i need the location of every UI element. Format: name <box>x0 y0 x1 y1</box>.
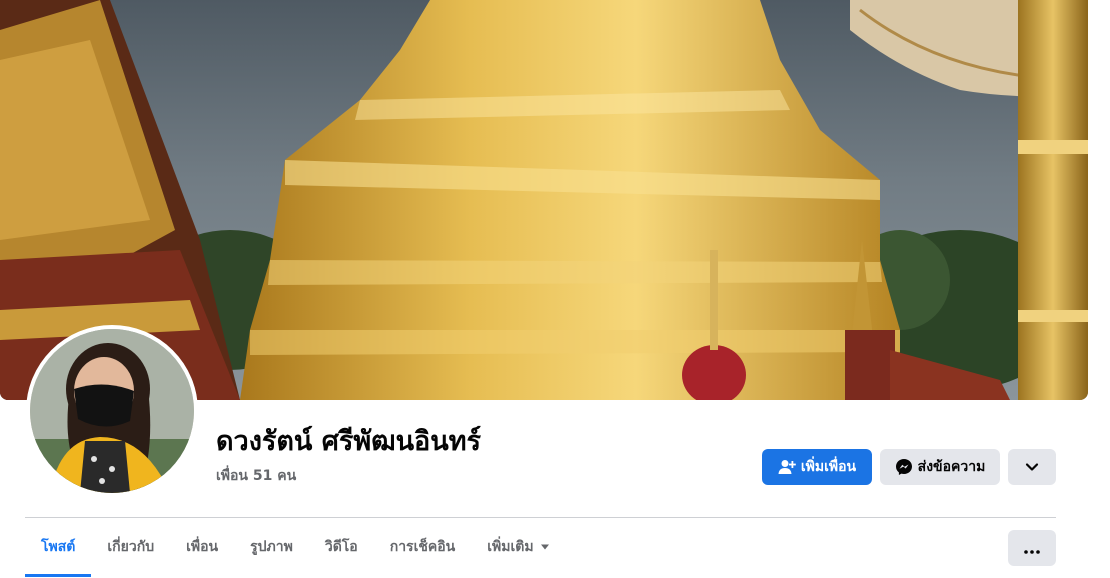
tab-posts-label: โพสต์ <box>41 539 76 555</box>
message-button[interactable]: ส่งข้อความ <box>880 449 1000 485</box>
tab-photos[interactable]: รูปภาพ <box>234 518 309 576</box>
messenger-icon <box>895 458 913 476</box>
tab-videos-label: วิดีโอ <box>324 539 358 555</box>
more-options-button[interactable] <box>1008 530 1056 566</box>
tab-about-label: เกี่ยวกับ <box>107 539 155 555</box>
tab-friends[interactable]: เพื่อน <box>170 518 234 576</box>
tab-more[interactable]: เพิ่มเติม <box>471 518 565 576</box>
ellipsis-icon <box>1024 539 1040 558</box>
chevron-down-icon <box>1025 462 1039 472</box>
tab-friends-label: เพื่อน <box>186 539 219 555</box>
message-label: ส่งข้อความ <box>917 459 986 475</box>
caret-down-icon <box>540 543 550 551</box>
cover-photo[interactable] <box>0 0 1088 400</box>
tab-checkins[interactable]: การเช็คอิน <box>374 518 472 576</box>
expand-actions-button[interactable] <box>1008 449 1056 485</box>
profile-avatar[interactable] <box>26 325 198 497</box>
cover-photo-image <box>0 0 1088 400</box>
avatar-photo <box>30 329 194 493</box>
tab-photos-label: รูปภาพ <box>250 539 293 555</box>
add-friend-label: เพิ่มเพื่อน <box>800 459 857 475</box>
tab-more-label: เพิ่มเติม <box>487 539 534 555</box>
add-friend-button[interactable]: เพิ่มเพื่อน <box>762 449 872 485</box>
profile-tabs: โพสต์ เกี่ยวกับ เพื่อน รูปภาพ วิดีโอ การ… <box>25 518 566 578</box>
friend-count[interactable]: เพื่อน 51 คน <box>216 466 296 486</box>
avatar-image <box>30 329 194 493</box>
tab-about[interactable]: เกี่ยวกับ <box>91 518 170 576</box>
tab-videos[interactable]: วิดีโอ <box>309 518 374 576</box>
person-plus-icon <box>778 459 796 475</box>
tab-checkins-label: การเช็คอิน <box>389 539 456 555</box>
profile-name: ดวงรัตน์ ศรีพัฒนอินทร์ <box>216 426 482 457</box>
tab-posts[interactable]: โพสต์ <box>25 518 92 577</box>
